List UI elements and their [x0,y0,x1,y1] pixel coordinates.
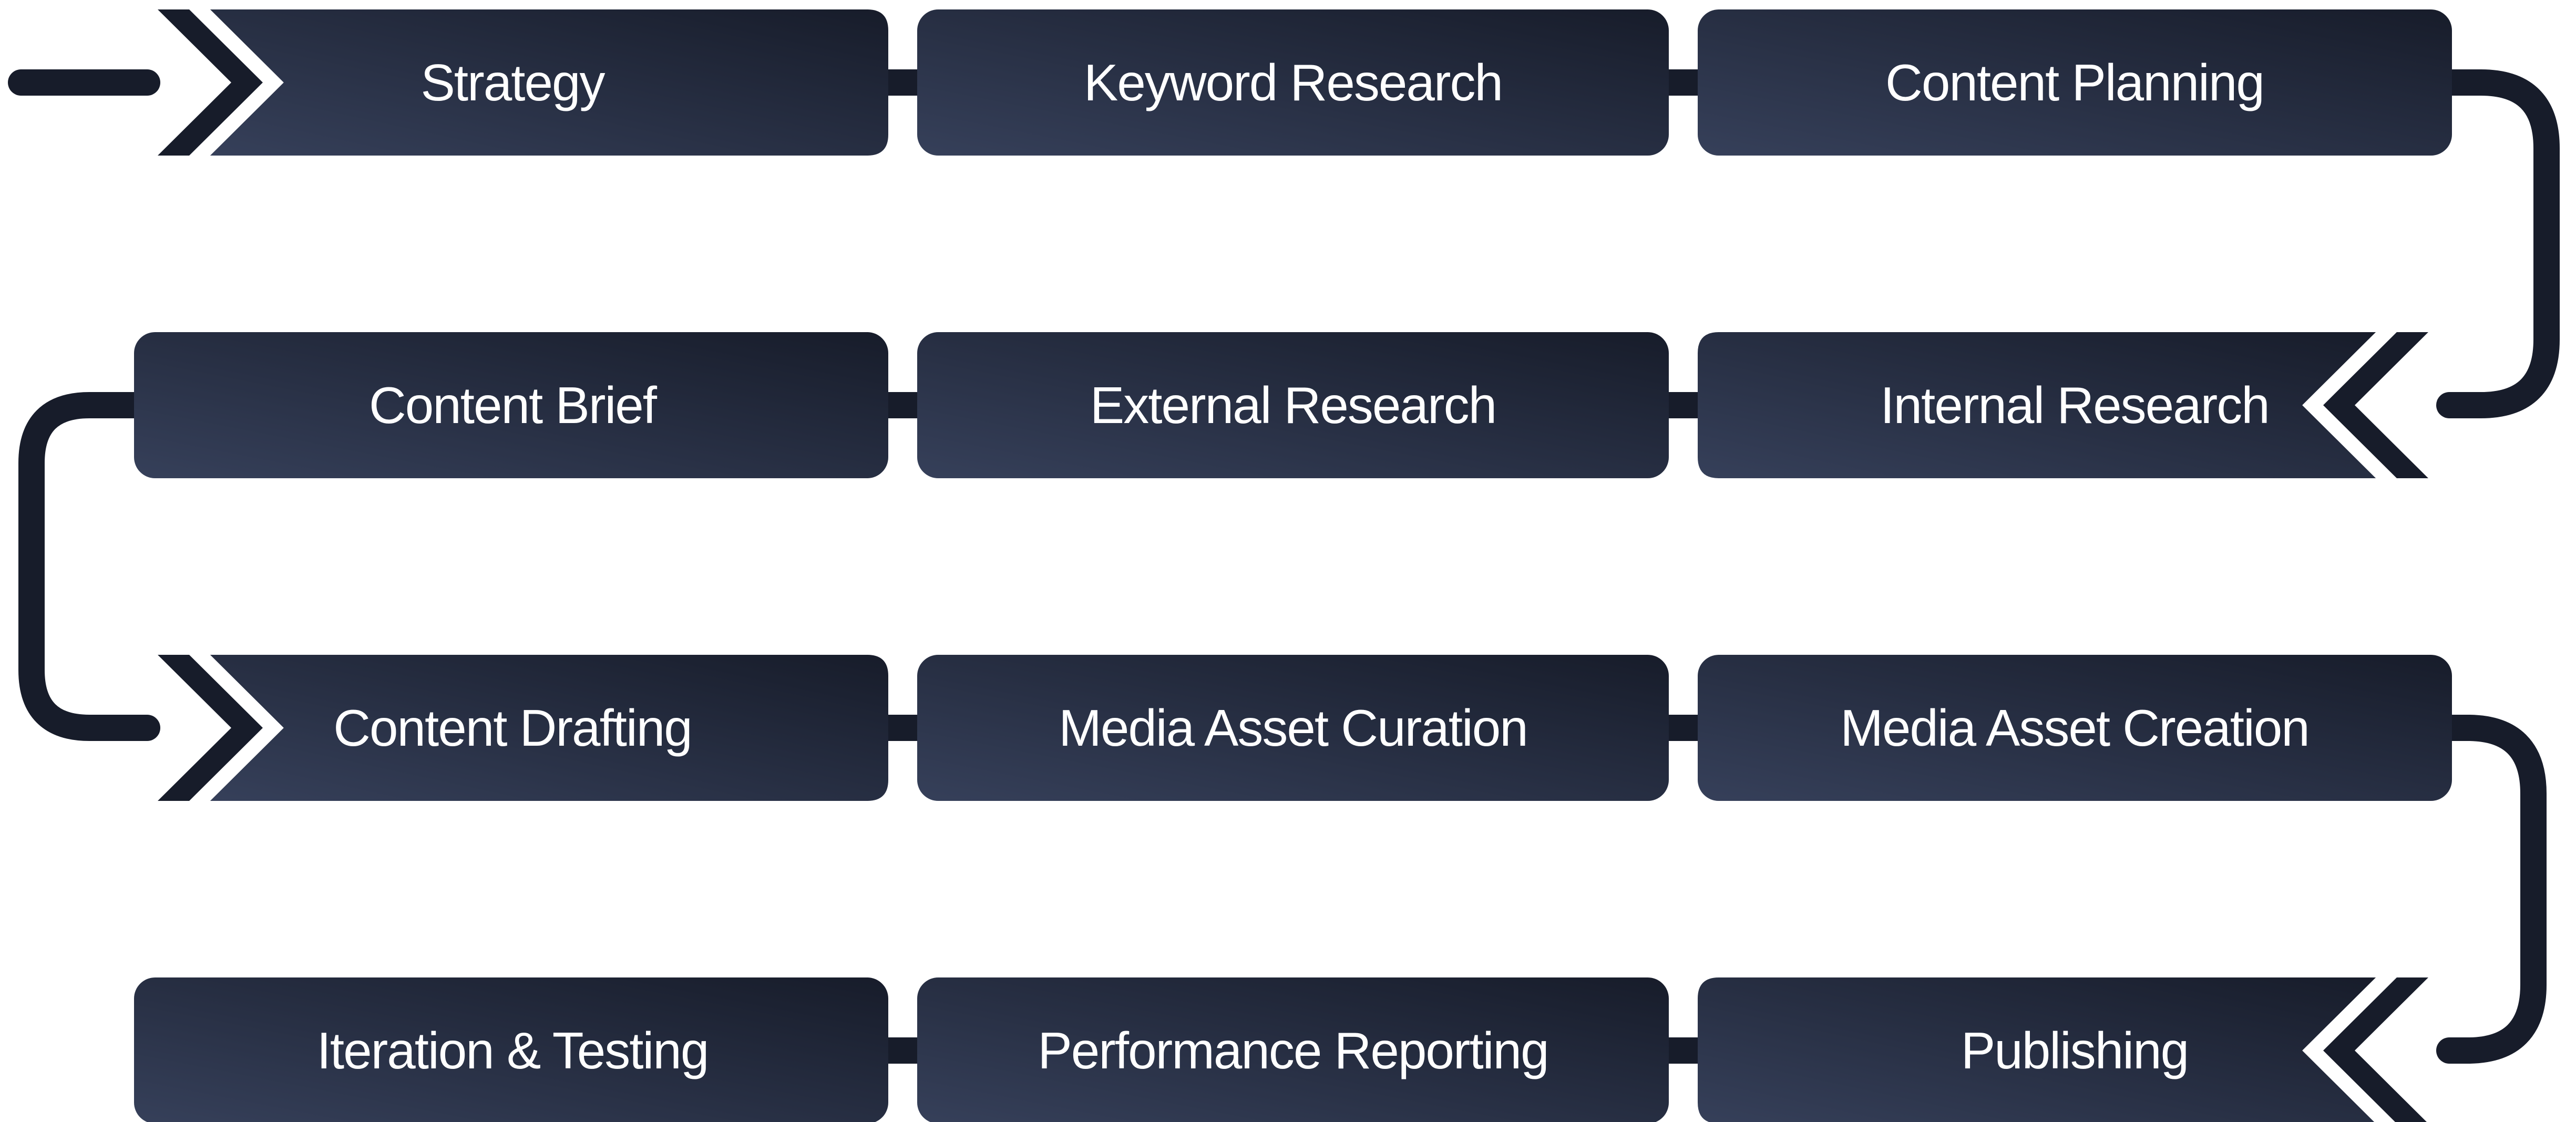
loop-right-row1-row2 [2436,69,2560,418]
step-label: External Research [1090,376,1496,434]
step-content-planning: Content Planning [1698,9,2452,156]
step-label: Media Asset Curation [1059,699,1527,757]
step-label: Internal Research [1880,376,2269,434]
step-content-drafting: Content Drafting [210,655,888,801]
step-performance-reporting: Performance Reporting [917,977,1669,1122]
step-iteration-testing: Iteration & Testing [134,977,888,1122]
step-label: Strategy [421,54,605,111]
step-external-research: External Research [917,332,1669,478]
step-label: Media Asset Creation [1840,699,2308,757]
connectors [8,69,2560,1064]
step-keyword-research: Keyword Research [917,9,1669,156]
step-label: Iteration & Testing [317,1022,709,1079]
step-label: Performance Reporting [1038,1022,1548,1079]
step-label: Content Planning [1885,54,2264,111]
workflow-diagram: Strategy Keyword Research Content Planni… [8,9,2560,1122]
step-label: Content Brief [369,376,658,434]
step-publishing: Publishing [1698,977,2376,1122]
step-media-asset-creation: Media Asset Creation [1698,655,2452,801]
step-boxes: Strategy Keyword Research Content Planni… [134,9,2452,1122]
chevron-markers [158,9,2428,1122]
step-content-brief: Content Brief [134,332,888,478]
step-label: Publishing [1961,1022,2188,1079]
step-label: Keyword Research [1084,54,1502,111]
step-strategy: Strategy [210,9,888,156]
loop-right-row3-row4 [2436,715,2547,1064]
step-media-asset-curation: Media Asset Curation [917,655,1669,801]
step-label: Content Drafting [333,699,692,757]
loop-left-row2-row3 [18,392,160,741]
step-internal-research: Internal Research [1698,332,2376,478]
